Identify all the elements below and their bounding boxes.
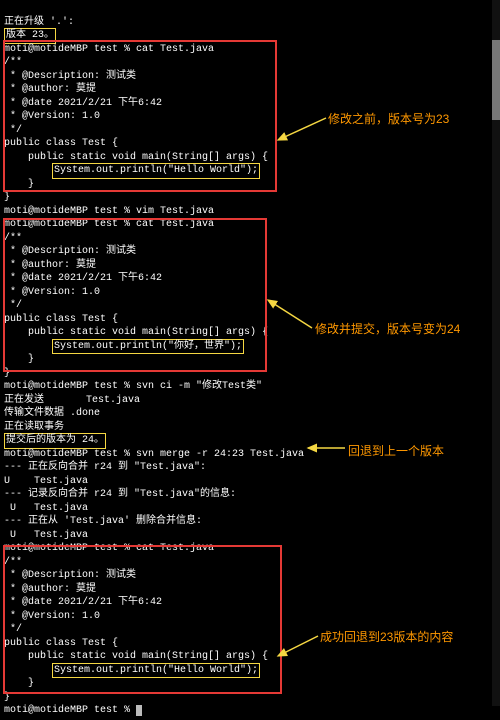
line: U Test.java xyxy=(4,476,88,487)
line: public class Test { xyxy=(4,314,118,325)
version-before-highlight: 版本 23。 xyxy=(4,28,56,44)
line: * @author: 莫提 xyxy=(4,84,96,95)
line: * @date 2021/2/21 下午6:42 xyxy=(4,98,162,109)
annot-before: 修改之前，版本号为23 xyxy=(328,110,449,127)
cmd: vim Test.java xyxy=(136,206,214,217)
line: 正在读取事务 xyxy=(4,422,64,433)
line: * @Description: 测试类 xyxy=(4,570,136,581)
line: } xyxy=(4,692,10,703)
prompt: moti@motideMBP test % xyxy=(4,449,136,460)
annot-after-commit: 修改并提交，版本号变为24 xyxy=(315,320,460,337)
prompt: moti@motideMBP test % xyxy=(4,44,136,55)
cursor xyxy=(136,705,142,716)
line: * @date 2021/2/21 下午6:42 xyxy=(4,597,162,608)
line: 正在升级 '.': xyxy=(4,17,74,28)
scrollbar-thumb[interactable] xyxy=(492,40,500,120)
prompt: moti@motideMBP test % xyxy=(4,206,136,217)
line: * @date 2021/2/21 下午6:42 xyxy=(4,273,162,284)
line: * @Description: 测试类 xyxy=(4,246,136,257)
line: * @Version: 1.0 xyxy=(4,111,100,122)
prompt: moti@motideMBP test % xyxy=(4,705,136,716)
cmd: cat Test.java xyxy=(136,44,214,55)
cmd: cat Test.java xyxy=(136,219,214,230)
prompt: moti@motideMBP test % xyxy=(4,543,136,554)
prompt: moti@motideMBP test % xyxy=(4,219,136,230)
line: public class Test { xyxy=(4,138,118,149)
line: U Test.java xyxy=(4,503,88,514)
line: * @author: 莫提 xyxy=(4,260,96,271)
println-hello-highlight-2: System.out.println("Hello World"); xyxy=(52,663,260,679)
line: /** xyxy=(4,233,22,244)
line: public static void main(String[] args) { xyxy=(4,152,268,163)
line: public static void main(String[] args) { xyxy=(4,327,268,338)
line: */ xyxy=(4,624,22,635)
terminal-output: 正在升级 '.': 版本 23。 moti@motideMBP test % c… xyxy=(0,0,500,720)
line: --- 正在从 'Test.java' 删除合并信息: xyxy=(4,516,202,527)
line: * @author: 莫提 xyxy=(4,584,96,595)
line: } xyxy=(4,179,34,190)
line: public class Test { xyxy=(4,638,118,649)
line: U Test.java xyxy=(4,530,88,541)
line: * @Version: 1.0 xyxy=(4,611,100,622)
annot-rollback: 回退到上一个版本 xyxy=(348,442,444,459)
line: 正在发送 Test.java xyxy=(4,395,140,406)
annot-success: 成功回退到23版本的内容 xyxy=(320,628,453,645)
println-hello-highlight: System.out.println("Hello World"); xyxy=(52,163,260,179)
cmd: svn merge -r 24:23 Test.java xyxy=(136,449,304,460)
line: --- 记录反向合并 r24 到 "Test.java"的信息: xyxy=(4,489,236,500)
line: * @Version: 1.0 xyxy=(4,287,100,298)
cmd: svn ci -m "修改Test类" xyxy=(136,381,262,392)
line: /** xyxy=(4,57,22,68)
commit-rev-highlight: 提交后的版本为 24。 xyxy=(4,433,106,449)
line: --- 正在反向合并 r24 到 "Test.java": xyxy=(4,462,206,473)
line: } xyxy=(4,192,10,203)
line: /** xyxy=(4,557,22,568)
scrollbar-track[interactable] xyxy=(492,0,500,706)
line: } xyxy=(4,678,34,689)
prompt: moti@motideMBP test % xyxy=(4,381,136,392)
line: 传输文件数据 .done xyxy=(4,408,100,419)
line: } xyxy=(4,354,34,365)
line: */ xyxy=(4,300,22,311)
line: */ xyxy=(4,125,22,136)
line: * @Description: 测试类 xyxy=(4,71,136,82)
println-nihao-highlight: System.out.println("你好，世界"); xyxy=(52,339,244,355)
cmd: cat Test.java xyxy=(136,543,214,554)
line: } xyxy=(4,368,10,379)
line: public static void main(String[] args) { xyxy=(4,651,268,662)
